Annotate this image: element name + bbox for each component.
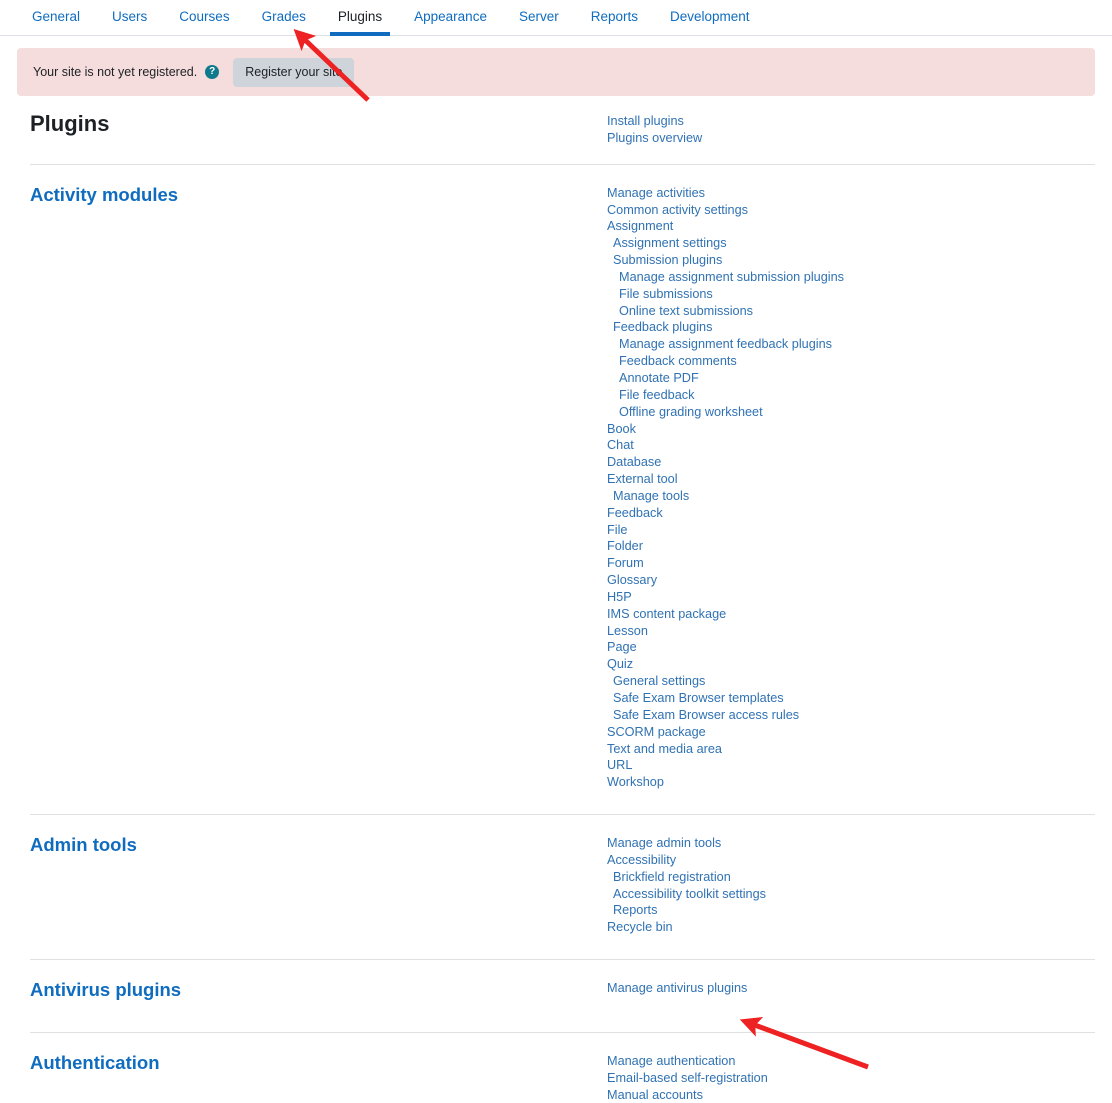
header-links: Install pluginsPlugins overview — [607, 110, 1095, 147]
plugin-link[interactable]: IMS content package — [607, 606, 1095, 623]
section-link-list: Manage activitiesCommon activity setting… — [607, 183, 1095, 791]
section-link-list: Manage authenticationEmail-based self-re… — [607, 1051, 1095, 1103]
plugin-link[interactable]: Database — [607, 454, 1095, 471]
plugin-section: Activity modulesManage activitiesCommon … — [30, 164, 1095, 797]
section-title: Activity modules — [30, 183, 607, 791]
nav-tab-reports[interactable]: Reports — [575, 0, 654, 26]
section-link-list: Manage admin toolsAccessibilityBrickfiel… — [607, 833, 1095, 936]
nav-tab-plugins[interactable]: Plugins — [322, 0, 398, 26]
nav-tab-grades[interactable]: Grades — [246, 0, 322, 26]
plugin-link[interactable]: Text and media area — [607, 741, 1095, 758]
plugin-link[interactable]: Workshop — [607, 774, 1095, 791]
section-title: Admin tools — [30, 833, 607, 936]
plugin-link[interactable]: H5P — [607, 589, 1095, 606]
plugin-section: Admin toolsManage admin toolsAccessibili… — [30, 814, 1095, 942]
plugin-link[interactable]: Feedback plugins — [607, 319, 1095, 336]
plugin-link[interactable]: Annotate PDF — [607, 370, 1095, 387]
admin-tab-list: GeneralUsersCoursesGradesPluginsAppearan… — [0, 0, 1112, 36]
plugin-link[interactable]: External tool — [607, 471, 1095, 488]
plugins-page: Plugins Install pluginsPlugins overview … — [0, 96, 1112, 1103]
plugin-link[interactable]: File feedback — [607, 387, 1095, 404]
plugin-link[interactable]: Manage tools — [607, 488, 1095, 505]
plugin-link[interactable]: Plugins overview — [607, 130, 1095, 147]
plugin-link[interactable]: Online text submissions — [607, 303, 1095, 320]
plugin-link[interactable]: Common activity settings — [607, 202, 1095, 219]
plugin-link[interactable]: Forum — [607, 555, 1095, 572]
plugin-link[interactable]: Install plugins — [607, 113, 1095, 130]
plugin-link[interactable]: Chat — [607, 437, 1095, 454]
plugin-link[interactable]: Submission plugins — [607, 252, 1095, 269]
section-title: Authentication — [30, 1051, 607, 1103]
plugin-link[interactable]: Email-based self-registration — [607, 1070, 1095, 1087]
plugin-link[interactable]: File submissions — [607, 286, 1095, 303]
plugin-link[interactable]: Accessibility toolkit settings — [607, 886, 1095, 903]
plugin-link[interactable]: Manage authentication — [607, 1053, 1095, 1070]
plugin-link[interactable]: Quiz — [607, 656, 1095, 673]
plugin-link[interactable]: Reports — [607, 902, 1095, 919]
notification-region: Your site is not yet registered. ? Regis… — [0, 36, 1112, 96]
plugin-link[interactable]: Assignment settings — [607, 235, 1095, 252]
page-header: Plugins Install pluginsPlugins overview — [17, 96, 1095, 147]
help-circle-icon[interactable]: ? — [205, 65, 219, 79]
plugin-link[interactable]: General settings — [607, 673, 1095, 690]
page-title: Plugins — [17, 110, 607, 147]
plugin-link[interactable]: Recycle bin — [607, 919, 1095, 936]
plugin-link[interactable]: Feedback — [607, 505, 1095, 522]
plugin-link[interactable]: Accessibility — [607, 852, 1095, 869]
plugin-link[interactable]: Assignment — [607, 218, 1095, 235]
plugin-link[interactable]: Manage assignment submission plugins — [607, 269, 1095, 286]
nav-tab-general[interactable]: General — [16, 0, 96, 26]
plugin-link[interactable]: Manage admin tools — [607, 835, 1095, 852]
nav-tab-appearance[interactable]: Appearance — [398, 0, 503, 26]
nav-tab-development[interactable]: Development — [654, 0, 766, 26]
notification-message: Your site is not yet registered. — [33, 64, 197, 80]
plugin-link[interactable]: Manual accounts — [607, 1087, 1095, 1103]
nav-tab-server[interactable]: Server — [503, 0, 575, 26]
plugin-link[interactable]: File — [607, 522, 1095, 539]
plugin-link[interactable]: Lesson — [607, 623, 1095, 640]
plugin-link[interactable]: Offline grading worksheet — [607, 404, 1095, 421]
plugin-link[interactable]: Feedback comments — [607, 353, 1095, 370]
plugin-link[interactable]: Safe Exam Browser templates — [607, 690, 1095, 707]
nav-tab-users[interactable]: Users — [96, 0, 163, 26]
plugin-sections: Activity modulesManage activitiesCommon … — [17, 164, 1095, 1103]
admin-nav-bar: GeneralUsersCoursesGradesPluginsAppearan… — [0, 0, 1112, 36]
plugin-link[interactable]: Page — [607, 639, 1095, 656]
plugin-link[interactable]: Manage assignment feedback plugins — [607, 336, 1095, 353]
plugin-link[interactable]: Book — [607, 421, 1095, 438]
section-link-list: Manage antivirus plugins — [607, 978, 1095, 1009]
plugin-link[interactable]: SCORM package — [607, 724, 1095, 741]
plugin-section: Antivirus pluginsManage antivirus plugin… — [30, 959, 1095, 1015]
section-title: Antivirus plugins — [30, 978, 607, 1009]
plugin-link[interactable]: Glossary — [607, 572, 1095, 589]
plugin-link[interactable]: Brickfield registration — [607, 869, 1095, 886]
plugin-link[interactable]: Folder — [607, 538, 1095, 555]
plugin-link[interactable]: Manage activities — [607, 185, 1095, 202]
plugin-link[interactable]: Manage antivirus plugins — [607, 980, 1095, 997]
site-registration-notification: Your site is not yet registered. ? Regis… — [17, 48, 1095, 96]
plugin-section: AuthenticationManage authenticationEmail… — [30, 1032, 1095, 1103]
register-your-site-button[interactable]: Register your site — [233, 58, 354, 87]
nav-tab-courses[interactable]: Courses — [163, 0, 245, 26]
plugin-link[interactable]: Safe Exam Browser access rules — [607, 707, 1095, 724]
plugin-link[interactable]: URL — [607, 757, 1095, 774]
